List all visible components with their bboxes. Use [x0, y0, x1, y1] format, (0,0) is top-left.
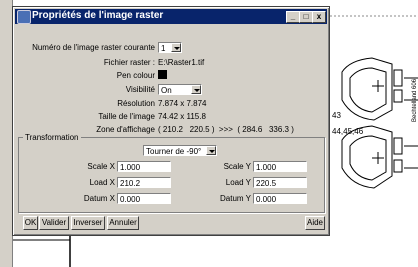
load-y-label: Load Y — [225, 178, 251, 187]
visibility-label: Visibilité — [125, 85, 155, 94]
app-icon — [17, 10, 31, 24]
drawing-part-upper — [341, 57, 418, 121]
validate-button[interactable]: Valider — [39, 216, 69, 230]
load-x-input[interactable]: 210.2 — [117, 177, 171, 188]
load-x-label: Load X — [89, 178, 115, 187]
drawing-label-43: 43 — [332, 111, 341, 120]
file-label: Fichier raster : — [103, 58, 155, 67]
help-button[interactable]: Aide — [305, 216, 325, 230]
resolution-value: 7.874 x 7.874 — [158, 99, 207, 108]
chevron-down-icon[interactable] — [171, 43, 181, 52]
transformation-group-label: Transformation — [23, 133, 81, 142]
dialog-titlebar[interactable]: Propriétés de l'image raster _ □ x — [15, 9, 327, 24]
datum-y-input[interactable]: 0.000 — [253, 193, 307, 204]
datum-x-label: Datum X — [83, 194, 115, 203]
rotate-value: Tourner de -90° — [146, 147, 202, 156]
scale-x-label: Scale X — [87, 162, 115, 171]
pen-colour-swatch[interactable] — [158, 70, 167, 79]
raster-number-select[interactable]: 1 — [158, 42, 182, 53]
rotate-select[interactable]: Tourner de -90° — [143, 145, 217, 156]
invert-button[interactable]: Inverser — [71, 216, 105, 230]
scale-x-input[interactable]: 1.000 — [117, 161, 171, 172]
display-zone-value: ( 210.2 220.5 ) >>> ( 284.6 336.3 ) — [158, 125, 294, 134]
scale-y-input[interactable]: 1.000 — [253, 161, 307, 172]
display-zone-label: Zone d'affichage — [96, 125, 155, 134]
raster-properties-dialog: Propriétés de l'image raster _ □ x Numér… — [12, 6, 330, 236]
drawing-label-coords: 44,45,46 — [332, 127, 364, 136]
chevron-down-icon[interactable] — [206, 146, 216, 155]
raster-number-label: Numéro de l'image raster courante — [32, 43, 155, 52]
minimize-button[interactable]: _ — [286, 11, 300, 23]
visibility-select[interactable]: On — [158, 84, 202, 95]
drawing-label-vertical: Bechtelland 606 — [412, 78, 418, 122]
visibility-value: On — [161, 86, 172, 95]
resolution-label: Résolution — [117, 99, 155, 108]
cancel-button[interactable]: Annuler — [107, 216, 139, 230]
chevron-down-icon[interactable] — [191, 85, 201, 94]
datum-y-label: Datum Y — [220, 194, 251, 203]
datum-x-input[interactable]: 0.000 — [117, 193, 171, 204]
file-value: E:\Raster1.tif — [158, 58, 205, 67]
image-size-label: Taille de l'image — [98, 112, 155, 121]
dialog-title: Propriétés de l'image raster — [32, 10, 164, 21]
image-size-value: 74.42 x 115.8 — [158, 112, 206, 121]
ok-button[interactable]: OK — [23, 216, 38, 230]
maximize-button[interactable]: □ — [299, 11, 313, 23]
load-y-input[interactable]: 220.5 — [253, 177, 307, 188]
raster-number-value: 1 — [161, 44, 166, 53]
scale-y-label: Scale Y — [223, 162, 251, 171]
close-button[interactable]: x — [312, 11, 326, 23]
pen-colour-label: Pen colour — [116, 71, 155, 80]
